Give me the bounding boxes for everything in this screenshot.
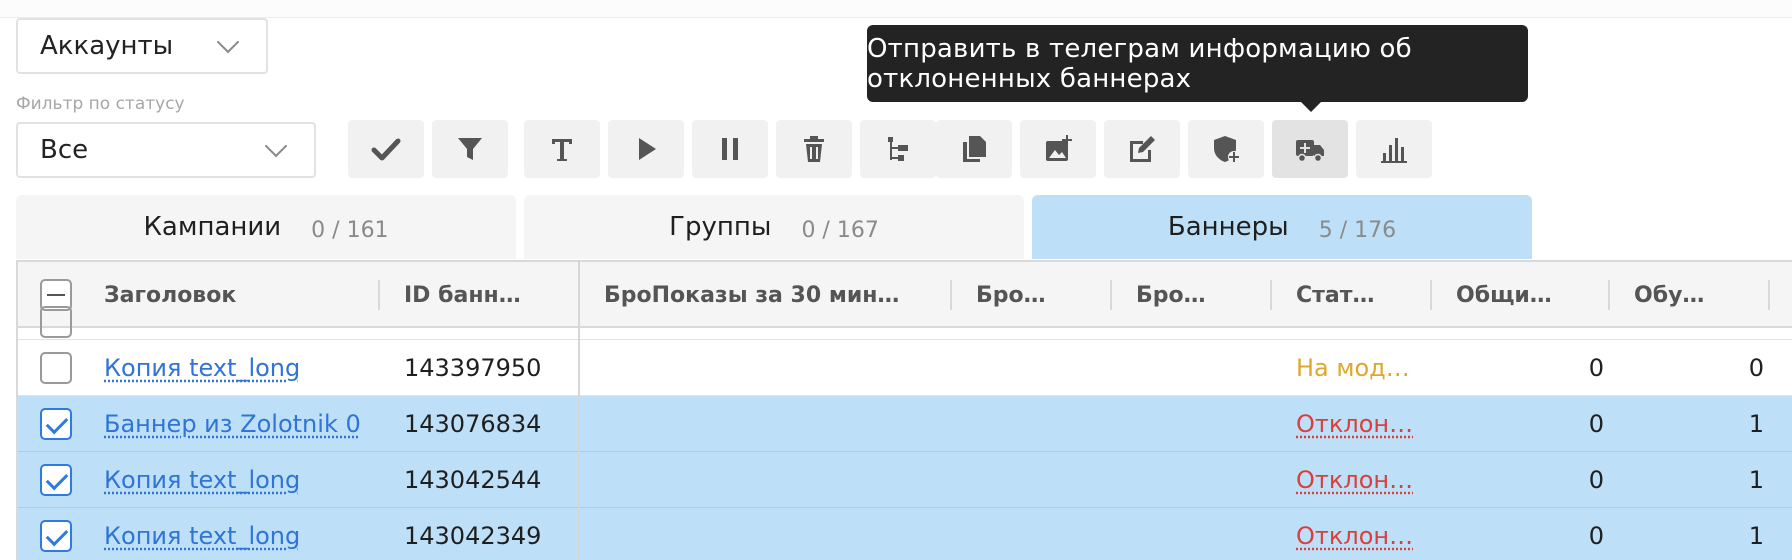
top-strip xyxy=(0,0,1792,18)
banners-table: Заголовок ID банн… БроПоказы за 30 мин… … xyxy=(16,260,1792,560)
edit-icon xyxy=(1130,136,1155,162)
shield-add-button[interactable] xyxy=(1188,120,1264,178)
row-checkbox[interactable] xyxy=(40,352,72,384)
column-separator[interactable] xyxy=(378,280,380,310)
status-filter-value: Все xyxy=(40,135,89,165)
pause-button[interactable] xyxy=(692,120,768,178)
learning-value: 0 xyxy=(1748,354,1764,382)
shield-plus-icon xyxy=(1214,136,1240,163)
statistics-button[interactable] xyxy=(1356,120,1432,178)
banner-title-link[interactable]: Копия text_long xyxy=(104,522,300,550)
column-header-id[interactable]: ID банн… xyxy=(404,262,584,328)
banner-title-link[interactable]: Копия text_long xyxy=(104,354,300,382)
column-header-total[interactable]: Общи… xyxy=(1456,262,1606,328)
column-separator[interactable] xyxy=(1608,280,1610,310)
column-header-bro-impressions[interactable]: БроПоказы за 30 мин… xyxy=(604,262,964,328)
column-separator[interactable] xyxy=(1768,280,1770,310)
total-value: 0 xyxy=(1588,466,1604,494)
banner-status[interactable]: Отклон… xyxy=(1296,410,1413,438)
tab-label: Кампании xyxy=(143,212,282,242)
status-filter-select[interactable]: Все xyxy=(16,122,316,178)
ambulance-truck-icon xyxy=(1296,140,1324,163)
check-icon xyxy=(371,138,401,161)
add-image-icon xyxy=(1046,135,1072,161)
trash-icon xyxy=(804,136,824,162)
tooltip: Отправить в телеграм информацию об откло… xyxy=(867,25,1528,112)
tab-count: 0 / 161 xyxy=(311,217,389,243)
column-separator[interactable] xyxy=(1270,280,1272,310)
banner-id: 143042544 xyxy=(404,466,542,494)
chevron-down-icon xyxy=(264,134,288,158)
hierarchy-icon xyxy=(888,137,908,161)
column-header-bro-3[interactable]: Бро… xyxy=(1136,262,1266,328)
telegram-rejected-button[interactable] xyxy=(1272,120,1348,178)
column-separator[interactable] xyxy=(1430,280,1432,310)
tab-banners[interactable]: Баннеры 5 / 176 xyxy=(1032,195,1532,259)
row-checkbox[interactable] xyxy=(40,520,72,552)
banner-id: 143076834 xyxy=(404,410,542,438)
filter-icon xyxy=(458,138,482,160)
text-button[interactable] xyxy=(524,120,600,178)
column-header-learning[interactable]: Обу… xyxy=(1634,262,1764,328)
copy-icon xyxy=(963,136,986,162)
learning-value: 1 xyxy=(1748,522,1764,550)
learning-value: 1 xyxy=(1748,410,1764,438)
accounts-select-value: Аккаунты xyxy=(40,31,174,61)
add-image-button[interactable] xyxy=(1020,120,1096,178)
hierarchy-button[interactable] xyxy=(860,120,936,178)
tab-count: 5 / 176 xyxy=(1318,217,1397,243)
banner-status: На мод… xyxy=(1296,354,1410,382)
column-header-status[interactable]: Стат… xyxy=(1296,262,1426,328)
filter-button[interactable] xyxy=(432,120,508,178)
column-separator[interactable] xyxy=(950,280,952,310)
copy-button[interactable] xyxy=(936,120,1012,178)
bar-chart-icon xyxy=(1381,138,1407,163)
table-header: Заголовок ID банн… БроПоказы за 30 мин… … xyxy=(18,260,1792,328)
tab-label: Баннеры xyxy=(1167,212,1289,242)
tab-count: 0 / 167 xyxy=(801,217,879,243)
tab-groups[interactable]: Группы 0 / 167 xyxy=(524,195,1024,259)
learning-value: 1 xyxy=(1748,466,1764,494)
column-header-bro-2[interactable]: Бро… xyxy=(976,262,1106,328)
status-filter-label: Фильтр по статусу xyxy=(16,94,185,114)
row-checkbox-partial[interactable] xyxy=(40,306,72,338)
select-all-button[interactable] xyxy=(348,120,424,178)
play-icon xyxy=(639,138,656,160)
pause-icon xyxy=(722,138,738,160)
total-value: 0 xyxy=(1588,522,1604,550)
accounts-select[interactable]: Аккаунты xyxy=(16,18,268,74)
tab-campaigns[interactable]: Кампании 0 / 161 xyxy=(16,195,516,259)
chevron-down-icon xyxy=(216,30,240,54)
tooltip-arrow xyxy=(1301,102,1321,112)
table-row[interactable]: Копия text_long 143042544 Отклон… 0 1 xyxy=(18,452,1792,508)
row-checkbox[interactable] xyxy=(40,408,72,440)
table-row[interactable]: Копия text_long 143042349 Отклон… 0 1 xyxy=(18,508,1792,560)
total-value: 0 xyxy=(1588,410,1604,438)
row-checkbox[interactable] xyxy=(40,464,72,496)
column-separator[interactable] xyxy=(1110,280,1112,310)
play-button[interactable] xyxy=(608,120,684,178)
banner-id: 143397950 xyxy=(404,354,542,382)
tab-label: Группы xyxy=(669,212,772,242)
tooltip-text: Отправить в телеграм информацию об откло… xyxy=(867,33,1412,94)
banner-id: 143042349 xyxy=(404,522,542,550)
text-icon xyxy=(552,139,572,161)
banner-status[interactable]: Отклон… xyxy=(1296,466,1413,494)
table-row-partial xyxy=(18,306,1792,340)
banner-status[interactable]: Отклон… xyxy=(1296,522,1413,550)
banner-title-link[interactable]: Баннер из Zolotnik 0 xyxy=(104,410,361,438)
delete-button[interactable] xyxy=(776,120,852,178)
total-value: 0 xyxy=(1588,354,1604,382)
pinned-columns-divider xyxy=(578,260,580,560)
table-row[interactable]: Баннер из Zolotnik 0 143076834 Отклон… 0… xyxy=(18,396,1792,452)
edit-button[interactable] xyxy=(1104,120,1180,178)
banner-title-link[interactable]: Копия text_long xyxy=(104,466,300,494)
column-header-title[interactable]: Заголовок xyxy=(104,262,334,328)
table-row[interactable]: Копия text_long 143397950 На мод… 0 0 xyxy=(18,340,1792,396)
